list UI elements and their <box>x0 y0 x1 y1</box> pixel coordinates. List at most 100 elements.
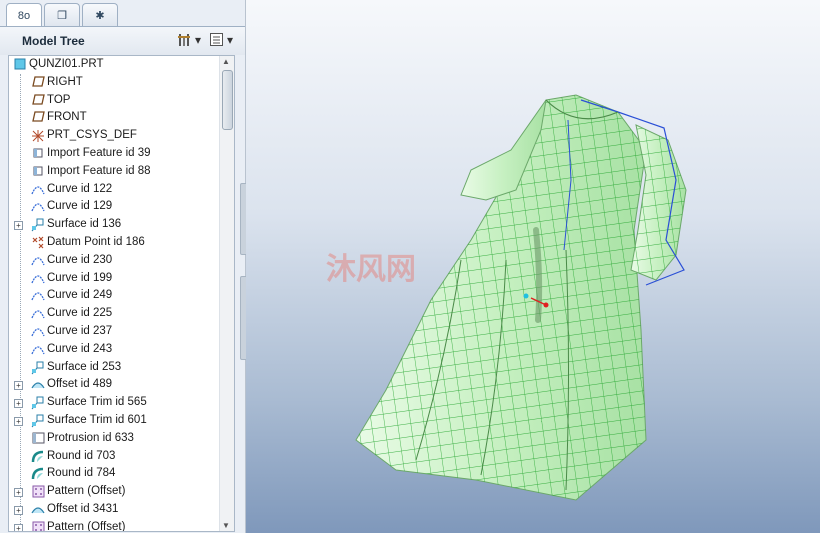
tree-item[interactable]: Protrusion id 633 <box>9 430 234 448</box>
tree-item[interactable]: + Pattern (Offset) <box>9 483 234 501</box>
tree-icon: 8o <box>17 9 31 22</box>
favorites-icon: ✱ <box>95 9 105 22</box>
tree-item-label: Curve id 249 <box>47 289 113 302</box>
curve-icon <box>31 272 45 286</box>
tree-item[interactable]: RIGHT <box>9 74 234 92</box>
expand-toggle-icon[interactable]: + <box>14 221 23 231</box>
tree-item-label: Curve id 129 <box>47 200 113 213</box>
show-menu-button[interactable]: ▾ <box>209 32 233 47</box>
tree-item[interactable]: + Surface Trim id 565 <box>9 394 234 412</box>
scroll-up-icon[interactable]: ▲ <box>222 57 230 66</box>
tree-item-label: Curve id 199 <box>47 271 113 284</box>
import-feature-icon <box>31 165 45 179</box>
tree-item[interactable]: + Surface Trim id 601 <box>9 412 234 430</box>
tree-item[interactable]: + Surface id 136 <box>9 216 234 234</box>
tree-tab[interactable]: 8o <box>6 3 42 27</box>
tree-item[interactable]: Datum Point id 186 <box>9 234 234 252</box>
tree-item[interactable]: Curve id 243 <box>9 341 234 359</box>
surface-trim-icon <box>31 414 45 428</box>
tree-item[interactable]: Curve id 199 <box>9 270 234 288</box>
protrusion-icon <box>31 432 45 446</box>
left-panel: 8o ❐ ✱ Model Tree ▾ ▾ QUNZI01.PRT RIGHT … <box>0 0 246 533</box>
curve-icon <box>31 289 45 303</box>
watermark-text: 沐风网 <box>326 253 416 286</box>
navigator-tabs: 8o ❐ ✱ <box>6 3 118 27</box>
tree-item[interactable]: Curve id 237 <box>9 323 234 341</box>
surface-trim-icon <box>31 396 45 410</box>
curve-icon <box>31 183 45 197</box>
tree-item[interactable]: Round id 784 <box>9 465 234 483</box>
scroll-down-icon[interactable]: ▼ <box>222 521 230 530</box>
import-feature-icon <box>31 147 45 161</box>
tree-item-label: Pattern (Offset) <box>47 485 126 498</box>
tree-item[interactable]: Surface id 253 <box>9 359 234 377</box>
graphics-viewport[interactable]: 沐风网 <box>246 0 820 533</box>
tree-item[interactable]: Round id 703 <box>9 448 234 466</box>
favorites-tab[interactable]: ✱ <box>82 3 118 26</box>
tree-item[interactable]: + Offset id 489 <box>9 376 234 394</box>
tree-root-label: QUNZI01.PRT <box>29 58 104 70</box>
tree-item-label: Import Feature id 88 <box>47 164 151 177</box>
tree-list: QUNZI01.PRT RIGHT TOP FRONT PRT_CSYS_DEF Imp… <box>9 56 234 532</box>
tree-root[interactable]: QUNZI01.PRT <box>9 56 234 74</box>
folder-icon: ❐ <box>57 9 67 22</box>
expand-toggle-icon[interactable]: + <box>14 488 23 498</box>
tree-item-label: Round id 703 <box>47 449 116 462</box>
round-icon <box>31 450 45 464</box>
datum-point-icon <box>31 236 45 250</box>
datum-plane-icon <box>31 111 45 125</box>
expand-toggle-icon[interactable]: + <box>14 416 23 426</box>
tree-scrollbar[interactable]: ▲ ▼ <box>219 56 234 531</box>
expand-toggle-icon[interactable]: + <box>14 381 23 391</box>
tree-item-label: Curve id 122 <box>47 182 113 195</box>
part-icon <box>13 58 27 72</box>
surface-icon <box>31 218 45 232</box>
tree-item[interactable]: + Pattern (Offset) <box>9 519 234 532</box>
expand-toggle-icon[interactable]: + <box>14 399 23 409</box>
scroll-thumb[interactable] <box>222 70 233 130</box>
tree-item[interactable]: PRT_CSYS_DEF <box>9 127 234 145</box>
tree-item-label: Curve id 225 <box>47 307 113 320</box>
tree-item-label: Surface Trim id 565 <box>47 396 147 409</box>
tree-item-label: FRONT <box>47 111 87 124</box>
tree-item-label: Surface Trim id 601 <box>47 413 147 426</box>
offset-icon <box>31 378 45 392</box>
tree-item[interactable]: Import Feature id 88 <box>9 163 234 181</box>
tree-item[interactable]: Import Feature id 39 <box>9 145 234 163</box>
tree-item-label: Surface id 136 <box>47 218 122 231</box>
chevron-down-icon: ▾ <box>226 32 233 47</box>
surface-icon <box>31 361 45 375</box>
curve-icon <box>31 307 45 321</box>
tree-item[interactable]: Curve id 129 <box>9 198 234 216</box>
tree-item-label: Import Feature id 39 <box>47 146 151 159</box>
round-icon <box>31 467 45 481</box>
datum-plane-icon <box>31 93 45 108</box>
tree-item-label: Curve id 237 <box>47 324 113 337</box>
tree-item-label: Offset id 3431 <box>47 502 119 515</box>
tree-settings-icon <box>177 33 190 46</box>
tree-item[interactable]: + Offset id 3431 <box>9 501 234 519</box>
tree-item[interactable]: FRONT <box>9 109 234 127</box>
tree-item[interactable]: Curve id 230 <box>9 252 234 270</box>
tree-item[interactable]: Curve id 122 <box>9 181 234 199</box>
expand-toggle-icon[interactable]: + <box>14 505 23 515</box>
expand-toggle-icon[interactable]: + <box>14 523 23 531</box>
curve-icon <box>31 200 45 214</box>
model-tree-header: Model Tree ▾ ▾ <box>0 27 245 55</box>
tree-item[interactable]: TOP <box>9 92 234 110</box>
tree-item-label: PRT_CSYS_DEF <box>47 129 137 142</box>
tree-item-label: Protrusion id 633 <box>47 431 134 444</box>
tree-item[interactable]: Curve id 225 <box>9 305 234 323</box>
tree-item-label: Surface id 253 <box>47 360 122 373</box>
csys-icon <box>31 129 45 143</box>
model-tree-title: Model Tree <box>22 34 85 48</box>
tree-settings-button[interactable]: ▾ <box>177 33 201 47</box>
offset-icon <box>31 503 45 517</box>
tree-item-label: TOP <box>47 93 71 106</box>
tree-item[interactable]: Curve id 249 <box>9 287 234 305</box>
chevron-down-icon: ▾ <box>194 32 201 47</box>
show-menu-icon <box>209 33 223 46</box>
curve-icon <box>31 325 45 339</box>
tree-item-label: Pattern (Offset) <box>47 520 126 532</box>
folder-tab[interactable]: ❐ <box>44 3 80 26</box>
